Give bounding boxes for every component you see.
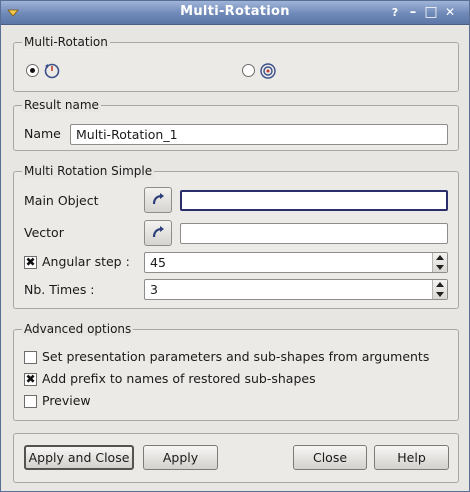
apply-and-close-button[interactable]: Apply and Close [24,445,134,470]
angular-step-spinbox[interactable]: 45 [144,252,448,273]
main-object-label: Main Object [24,193,99,208]
help-button[interactable]: Help [374,445,449,470]
result-name-legend: Result name [22,98,101,112]
add-prefix-label: Add prefix to names of restored sub-shap… [42,371,316,386]
multi-rotation-dialog: Multi-Rotation ? – □ ✕ Multi-Rotation Re… [0,0,470,492]
multi-rotation-simple-icon[interactable] [43,62,61,80]
selection-arrow-icon [152,226,164,238]
main-object-field[interactable] [180,190,448,211]
simple-group-legend: Multi Rotation Simple [22,164,155,178]
result-name-field[interactable]: Multi-Rotation_1 [70,124,448,145]
multi-rotation-simple-group: Multi Rotation Simple Main Object Vector… [13,164,459,309]
constructor-group: Multi-Rotation [13,35,459,92]
preview-checkbox[interactable] [24,395,37,408]
multi-rotation-double-icon[interactable] [259,62,277,80]
set-presentation-label: Set presentation parameters and sub-shap… [42,349,430,364]
close-title-button[interactable]: ✕ [442,4,458,20]
main-object-select-button[interactable] [144,187,172,213]
apply-button[interactable]: Apply [143,445,218,470]
set-presentation-checkbox[interactable] [24,351,37,364]
angular-step-label: Angular step : [42,254,130,269]
add-prefix-checkbox[interactable]: ✖ [24,373,37,386]
nb-times-value: 3 [150,282,158,297]
help-title-button[interactable]: ? [387,4,403,20]
minimize-button[interactable]: – [405,4,421,20]
angular-step-arrows[interactable] [432,253,447,272]
name-label: Name [24,126,61,141]
button-bar: Apply and Close Apply Close Help [13,433,459,483]
vector-field[interactable] [180,223,448,244]
radio-double-rotation[interactable] [242,64,255,77]
angular-step-value: 45 [150,255,166,270]
selection-arrow-icon [152,193,164,205]
title-bar[interactable]: Multi-Rotation ? – □ ✕ [1,1,469,25]
angular-step-checkbox[interactable]: ✖ [24,256,37,269]
vector-label: Vector [24,225,64,240]
result-name-group: Result name Name Multi-Rotation_1 [13,98,459,151]
close-button[interactable]: Close [293,445,367,470]
preview-label: Preview [42,393,91,408]
advanced-options-group: Advanced options Set presentation parame… [13,322,459,421]
radio-simple-rotation[interactable] [26,64,39,77]
nb-times-spinbox[interactable]: 3 [144,279,448,300]
nb-times-label: Nb. Times : [24,282,95,297]
maximize-button[interactable]: □ [423,4,439,20]
vector-select-button[interactable] [144,220,172,246]
constructor-group-legend: Multi-Rotation [22,35,110,49]
advanced-options-legend: Advanced options [22,322,134,336]
nb-times-arrows[interactable] [432,280,447,299]
